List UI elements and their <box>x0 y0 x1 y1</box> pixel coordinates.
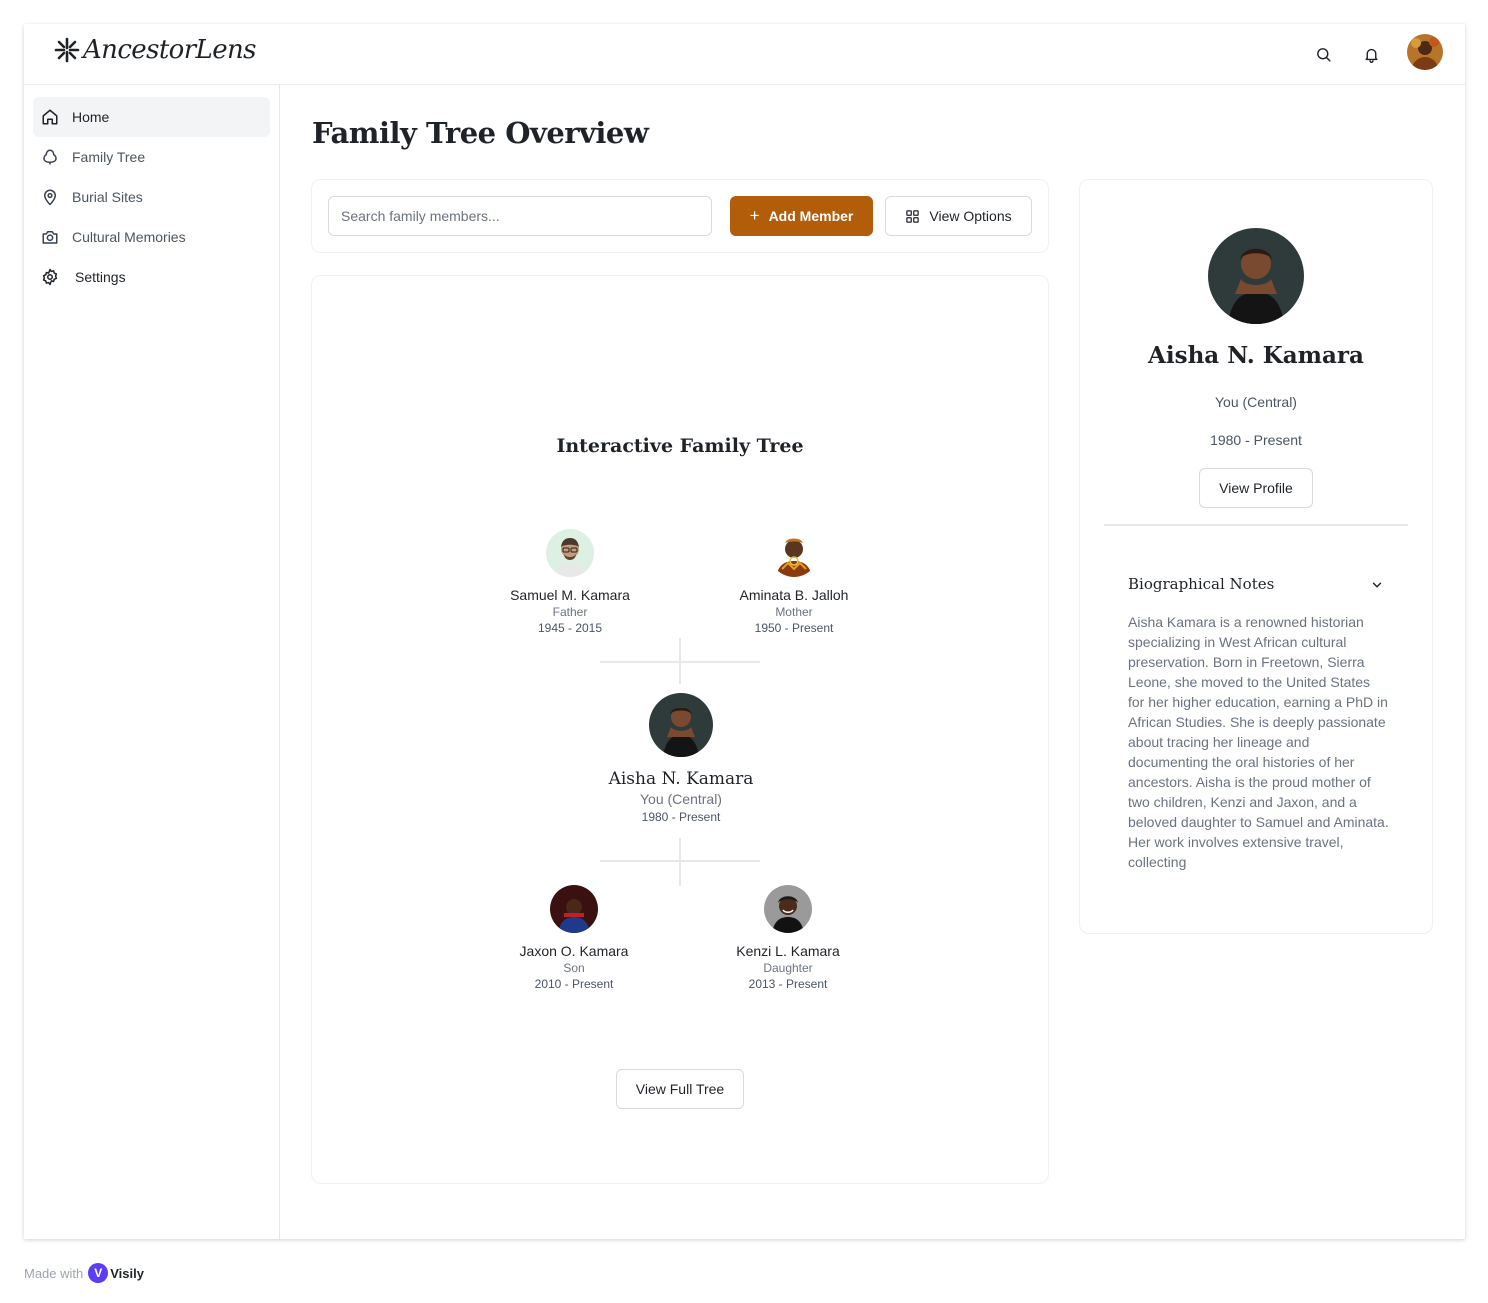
member-name: Jaxon O. Kamara <box>519 943 629 959</box>
search-input[interactable] <box>328 196 712 236</box>
member-name: Aisha N. Kamara <box>608 769 754 789</box>
sidebar-item-label: Family Tree <box>72 149 146 165</box>
sidebar-item-cultural-memories[interactable]: Cultural Memories <box>33 217 270 257</box>
map-pin-icon <box>43 189 57 206</box>
app-name: AncestorLens <box>83 35 256 65</box>
member-role: Father <box>552 605 588 619</box>
member-father[interactable]: Samuel M. Kamara Father 1945 - 2015 <box>480 529 660 635</box>
view-options-button[interactable]: View Options <box>885 196 1032 236</box>
profile-years: 1980 - Present <box>1210 432 1302 448</box>
sidebar-item-burial-sites[interactable]: Burial Sites <box>33 177 270 217</box>
app-logo[interactable]: AncestorLens <box>53 35 256 65</box>
member-name: Samuel M. Kamara <box>510 587 630 603</box>
search-icon[interactable] <box>1310 41 1336 67</box>
sidebar-item-family-tree[interactable]: Family Tree <box>33 137 270 177</box>
member-name: Kenzi L. Kamara <box>736 943 840 959</box>
bell-icon[interactable] <box>1358 41 1384 67</box>
member-role: Mother <box>775 605 813 619</box>
sidebar-item-home[interactable]: Home <box>33 97 270 137</box>
member-years: 1950 - Present <box>754 621 834 635</box>
member-son[interactable]: Jaxon O. Kamara Son 2010 - Present <box>484 885 664 991</box>
add-member-button[interactable]: + Add Member <box>730 196 873 236</box>
member-central[interactable]: Aisha N. Kamara You (Central) 1980 - Pre… <box>567 693 795 824</box>
member-name: Aminata B. Jalloh <box>739 587 849 603</box>
bio-title: Biographical Notes <box>1128 575 1275 593</box>
sidebar-item-label: Settings <box>75 269 126 285</box>
visily-brand: Visily <box>110 1265 144 1281</box>
home-icon <box>42 109 58 125</box>
family-tree-card: Interactive Family Tree Samuel M. Kamara… <box>311 275 1049 1184</box>
member-years: 1945 - 2015 <box>537 621 603 635</box>
connector-children-vertical <box>679 838 681 886</box>
sidebar-item-settings[interactable]: Settings <box>33 257 270 297</box>
member-role: Daughter <box>763 961 813 975</box>
view-options-label: View Options <box>929 208 1012 224</box>
profile-panel: Aisha N. Kamara You (Central) 1980 - Pre… <box>1079 179 1433 934</box>
son-photo[interactable] <box>550 885 598 933</box>
app-window: AncestorLens Home Family Tree Burial Sit… <box>24 24 1465 1239</box>
plus-icon: + <box>749 206 760 225</box>
sidebar: Home Family Tree Burial Sites Cultural M… <box>24 85 280 1239</box>
grid-icon <box>906 209 920 223</box>
member-daughter[interactable]: Kenzi L. Kamara Daughter 2013 - Present <box>698 885 878 991</box>
member-years: 2013 - Present <box>748 977 828 991</box>
member-years: 1980 - Present <box>641 810 721 824</box>
daughter-photo[interactable] <box>764 885 812 933</box>
made-with-label: Made with <box>24 1265 84 1281</box>
member-role: Son <box>563 961 585 975</box>
member-years: 2010 - Present <box>534 977 614 991</box>
view-profile-button[interactable]: View Profile <box>1199 468 1313 508</box>
profile-name: Aisha N. Kamara <box>1148 342 1364 369</box>
connector-parents-vertical <box>679 638 681 684</box>
profile-role: You (Central) <box>1215 394 1297 410</box>
toolbar: + Add Member View Options <box>311 179 1049 253</box>
tree-icon <box>43 149 57 165</box>
sidebar-item-label: Home <box>72 109 110 125</box>
top-header: AncestorLens <box>24 24 1465 85</box>
member-mother[interactable]: Aminata B. Jalloh Mother 1950 - Present <box>704 529 884 635</box>
tree-title: Interactive Family Tree <box>556 435 804 457</box>
visily-logo-icon: V <box>88 1263 109 1283</box>
chevron-down-icon <box>1372 582 1382 588</box>
sidebar-item-label: Cultural Memories <box>72 229 186 245</box>
bio-accordion-header[interactable]: Biographical Notes <box>1128 574 1384 598</box>
father-photo[interactable] <box>546 529 594 577</box>
made-with-badge[interactable]: Made with V Visily <box>24 1263 144 1283</box>
sidebar-item-label: Burial Sites <box>72 189 143 205</box>
logo-asterisk-icon <box>54 37 80 63</box>
mother-photo[interactable] <box>770 529 818 577</box>
gear-icon <box>42 268 58 286</box>
profile-divider <box>1104 524 1408 526</box>
add-member-label: Add Member <box>768 208 854 224</box>
bio-text: Aisha Kamara is a renowned historian spe… <box>1128 614 1389 870</box>
view-full-tree-button[interactable]: View Full Tree <box>616 1069 744 1109</box>
user-avatar[interactable] <box>1407 34 1443 70</box>
member-role: You (Central) <box>640 791 722 807</box>
profile-photo <box>1208 228 1304 324</box>
camera-icon <box>42 231 58 244</box>
central-photo[interactable] <box>649 693 713 757</box>
page-title: Family Tree Overview <box>312 116 649 150</box>
